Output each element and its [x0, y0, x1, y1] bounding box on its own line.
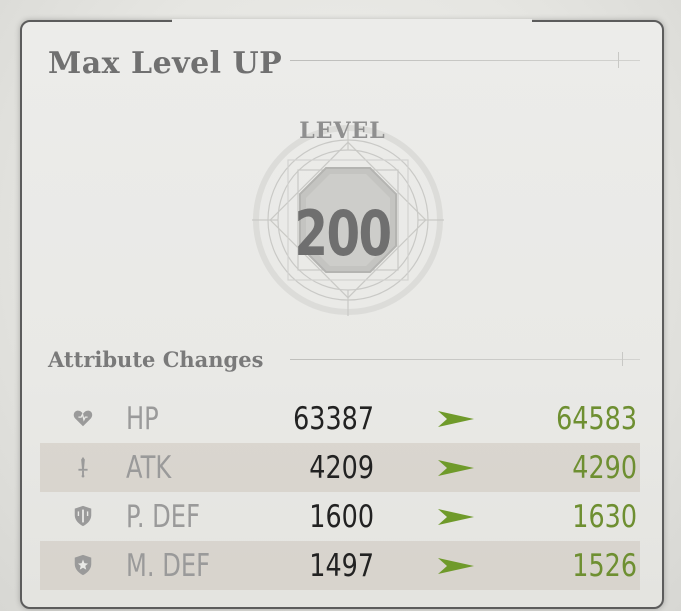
level-label: LEVEL	[299, 118, 386, 144]
attribute-new-value: 1630	[572, 499, 637, 535]
attribute-old-value: 63387	[293, 401, 374, 437]
attribute-new-value: 4290	[572, 450, 637, 486]
attribute-row-mdef: M. DEF 1497 1526	[40, 541, 640, 590]
attribute-name: ATK	[126, 450, 172, 486]
sword-icon	[78, 456, 88, 478]
attribute-name: HP	[126, 401, 159, 437]
arrow-right-icon	[438, 460, 474, 476]
panel-top-fade	[172, 19, 532, 25]
attribute-list: HP 63387 64583 ATK 4209 4290 P. DEF 1600…	[40, 394, 640, 590]
attribute-old-value: 1497	[309, 548, 374, 584]
section-divider-cap	[622, 352, 623, 366]
shield-icon	[74, 505, 92, 527]
screen-background: Max Level UP LEVEL 200 Attribute Changes	[0, 0, 681, 611]
attribute-row-atk: ATK 4209 4290	[40, 443, 640, 492]
attribute-old-value: 1600	[309, 499, 374, 535]
panel-title: Max Level UP	[48, 46, 283, 81]
attribute-old-value: 4209	[309, 450, 374, 486]
attribute-row-hp: HP 63387 64583	[40, 394, 640, 443]
attribute-name: P. DEF	[126, 499, 201, 535]
max-level-up-panel: Max Level UP LEVEL 200 Attribute Changes	[20, 19, 664, 609]
arrow-right-icon	[438, 509, 474, 525]
arrow-right-icon	[438, 411, 474, 427]
arrow-right-icon	[438, 558, 474, 574]
magic-shield-icon	[74, 554, 92, 576]
title-divider	[290, 60, 640, 61]
section-divider	[290, 359, 640, 360]
attribute-changes-title: Attribute Changes	[48, 347, 264, 372]
level-value: 200	[294, 197, 392, 270]
attribute-new-value: 1526	[572, 548, 637, 584]
attribute-new-value: 64583	[556, 401, 637, 437]
title-divider-cap	[618, 52, 619, 68]
heart-icon	[73, 410, 93, 427]
attribute-row-pdef: P. DEF 1600 1630	[40, 492, 640, 541]
attribute-name: M. DEF	[126, 548, 211, 584]
